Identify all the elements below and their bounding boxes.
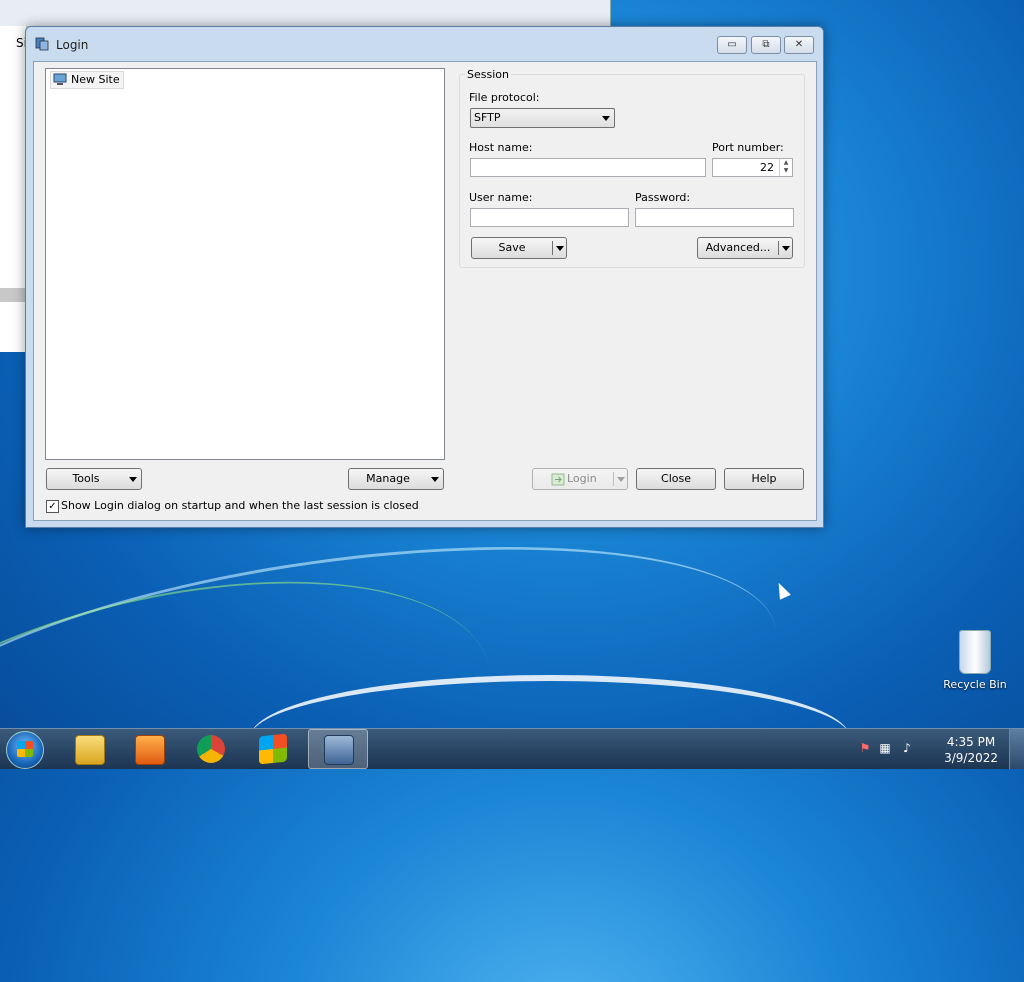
dialog-title: Login xyxy=(56,38,89,52)
recycle-bin-label: Recycle Bin xyxy=(943,678,1007,691)
advanced-button[interactable]: Advanced... xyxy=(697,237,793,259)
login-button[interactable]: Login xyxy=(532,468,628,490)
media-player-icon xyxy=(135,735,165,765)
show-login-checkbox-label[interactable]: Show Login dialog on startup and when th… xyxy=(61,499,419,512)
help-button-label: Help xyxy=(751,472,777,485)
recycle-bin-desktop-icon[interactable]: Recycle Bin xyxy=(940,630,1010,691)
manage-button[interactable]: Manage xyxy=(348,468,444,490)
split-separator xyxy=(552,241,553,255)
advanced-dropdown-icon[interactable] xyxy=(782,246,790,251)
background-window-toolbar xyxy=(0,0,610,27)
background-window-scrollbar[interactable] xyxy=(0,288,26,302)
tree-item-new-site[interactable]: New Site xyxy=(50,71,124,89)
taskbar-media-player[interactable] xyxy=(122,731,176,767)
user-name-input[interactable] xyxy=(470,208,629,227)
minimize-button[interactable]: ▭ xyxy=(717,36,747,54)
manage-button-label: Manage xyxy=(366,472,410,485)
taskbar-chrome[interactable] xyxy=(184,731,238,767)
restore-icon: ⧉ xyxy=(762,39,770,50)
show-desktop-button[interactable] xyxy=(1009,729,1024,769)
split-separator xyxy=(778,241,779,255)
save-dropdown-icon[interactable] xyxy=(556,246,564,251)
taskbar: ⚑ ▦ ♪ 4:35 PM 3/9/2022 xyxy=(0,728,1024,769)
site-tree[interactable]: New Site xyxy=(45,68,445,460)
host-name-input[interactable] xyxy=(470,158,706,177)
close-window-button[interactable]: ✕ xyxy=(784,36,814,54)
tools-button[interactable]: Tools xyxy=(46,468,142,490)
port-stepper[interactable]: ▲ ▼ xyxy=(779,159,792,176)
windows-explorer-icon xyxy=(75,735,105,765)
windows-flag-icon xyxy=(259,733,287,765)
chevron-down-icon xyxy=(129,477,137,482)
chevron-down-icon xyxy=(431,477,439,482)
login-icon xyxy=(551,473,565,486)
split-separator xyxy=(613,472,614,486)
chevron-down-icon xyxy=(602,116,610,121)
tree-item-label: New Site xyxy=(71,73,120,86)
save-button-label: Save xyxy=(498,241,526,254)
help-button[interactable]: Help xyxy=(724,468,804,490)
winscp-app-icon xyxy=(35,37,49,51)
clock[interactable]: 4:35 PM 3/9/2022 xyxy=(944,734,998,766)
restore-button[interactable]: ⧉ xyxy=(751,36,781,54)
chrome-icon xyxy=(197,735,225,763)
close-button[interactable]: Close xyxy=(636,468,716,490)
computer-icon xyxy=(53,73,67,85)
action-center-flag-icon[interactable]: ⚑ xyxy=(858,741,872,755)
file-protocol-select[interactable]: SFTP xyxy=(470,108,615,128)
title-bar[interactable]: Login ▭ ⧉ ✕ xyxy=(26,27,823,61)
winscp-icon xyxy=(324,735,354,765)
taskbar-windows-app[interactable] xyxy=(246,731,300,767)
spin-up-icon[interactable]: ▲ xyxy=(780,159,792,167)
file-protocol-label: File protocol: xyxy=(469,91,540,104)
file-protocol-value: SFTP xyxy=(474,111,501,124)
port-number-value: 22 xyxy=(760,161,774,174)
close-icon: ✕ xyxy=(794,39,804,50)
advanced-button-label: Advanced... xyxy=(705,241,771,254)
volume-icon[interactable]: ♪ xyxy=(900,741,914,755)
login-button-label: Login xyxy=(567,472,597,485)
show-login-checkbox[interactable]: ✓ xyxy=(46,500,59,513)
password-label: Password: xyxy=(635,191,691,204)
session-legend: Session xyxy=(465,68,511,81)
close-button-label: Close xyxy=(661,472,691,485)
taskbar-winscp[interactable] xyxy=(308,729,368,769)
tools-button-label: Tools xyxy=(72,472,100,485)
minimize-icon: ▭ xyxy=(727,39,737,50)
login-dialog: Login ▭ ⧉ ✕ New Site Session File protoc… xyxy=(25,26,824,528)
network-icon[interactable]: ▦ xyxy=(878,741,892,755)
clock-date: 3/9/2022 xyxy=(944,751,998,765)
checkmark-icon: ✓ xyxy=(48,501,57,512)
system-tray: ⚑ ▦ ♪ 4:35 PM 3/9/2022 xyxy=(854,729,1024,769)
taskbar-explorer[interactable] xyxy=(62,731,116,767)
start-button[interactable] xyxy=(6,731,44,769)
background-window-pane xyxy=(0,26,27,352)
password-input[interactable] xyxy=(635,208,794,227)
recycle-bin-icon xyxy=(959,630,991,674)
dialog-client-area: New Site Session File protocol: SFTP Hos… xyxy=(33,61,817,521)
login-dropdown-icon[interactable] xyxy=(617,477,625,482)
clock-time: 4:35 PM xyxy=(946,735,996,749)
mouse-cursor-icon xyxy=(773,580,791,600)
port-number-label: Port number: xyxy=(712,141,784,154)
host-name-label: Host name: xyxy=(469,141,533,154)
windows-logo-icon xyxy=(17,741,33,757)
save-button[interactable]: Save xyxy=(471,237,567,259)
user-name-label: User name: xyxy=(469,191,533,204)
spin-down-icon[interactable]: ▼ xyxy=(780,167,792,175)
